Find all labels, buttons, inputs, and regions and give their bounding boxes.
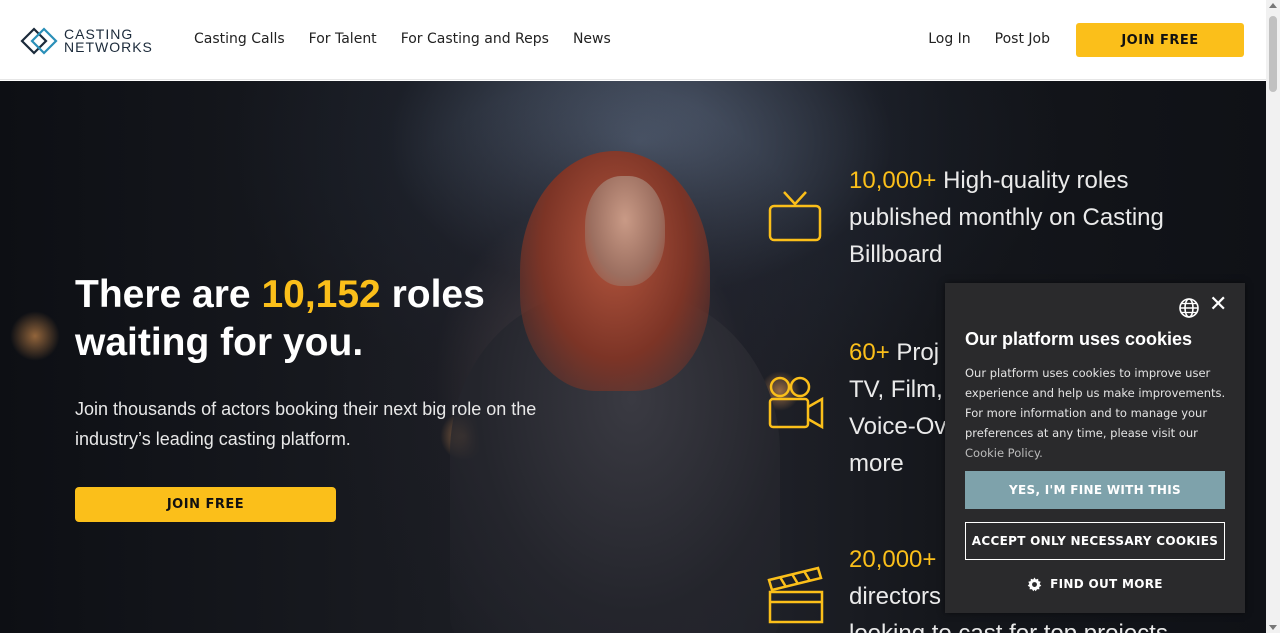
bokeh-light xyxy=(10,311,60,361)
cookie-consent-panel: ✕ Our platform uses cookies Our platform… xyxy=(945,283,1245,613)
find-out-more-button[interactable]: FIND OUT MORE xyxy=(965,572,1225,596)
find-out-more-label: FIND OUT MORE xyxy=(1050,577,1163,591)
hero-title: There are 10,152 roles waiting for you. xyxy=(75,271,535,367)
scrollbar-thumb[interactable] xyxy=(1269,16,1277,92)
feature-roles: 10,000+ High-quality roles published mon… xyxy=(849,162,1179,273)
feature-projects-text-1: Proj xyxy=(889,339,940,366)
logo[interactable]: CASTING NETWORKS xyxy=(20,24,160,58)
page-scrollbar[interactable] xyxy=(1266,0,1280,633)
logo-mark-icon xyxy=(20,27,58,55)
cookie-description-text: Our platform uses cookies to improve use… xyxy=(965,366,1226,440)
post-job-link[interactable]: Post Job xyxy=(995,31,1050,47)
hero-subtitle: Join thousands of actors booking their n… xyxy=(75,399,537,449)
feature-projects-number: 60+ xyxy=(849,339,890,366)
hero-title-prefix: There are xyxy=(75,273,262,316)
nav-news[interactable]: News xyxy=(573,31,611,47)
cookie-policy-link[interactable]: Cookie Policy. xyxy=(965,446,1043,460)
cookie-description: Our platform uses cookies to improve use… xyxy=(965,363,1227,463)
scroll-up-arrow-icon[interactable] xyxy=(1269,3,1277,8)
feature-roles-number: 10,000+ xyxy=(849,167,937,194)
site-header: CASTING NETWORKS Casting Calls For Talen… xyxy=(0,0,1266,80)
logo-line-2: NETWORKS xyxy=(64,39,153,55)
feature-projects: 60+ Proj TV, Film, Voice-Ov more xyxy=(849,334,959,482)
video-camera-icon xyxy=(768,376,824,430)
cookie-title: Our platform uses cookies xyxy=(965,329,1193,349)
tv-icon xyxy=(768,191,822,242)
feature-directors-text-2: looking to cast for top projects xyxy=(849,615,1179,633)
logo-text: CASTING NETWORKS xyxy=(64,27,153,55)
close-icon[interactable]: ✕ xyxy=(1209,294,1227,316)
account-nav: Log In Post Job xyxy=(928,31,1050,47)
nav-casting-calls[interactable]: Casting Calls xyxy=(194,31,285,47)
join-free-header-button[interactable]: JOIN FREE xyxy=(1076,23,1244,57)
feature-projects-text-4: more xyxy=(849,450,904,477)
nav-for-talent[interactable]: For Talent xyxy=(309,31,377,47)
feature-projects-text-2: TV, Film, xyxy=(849,376,943,403)
feature-directors-number: 20,000+ xyxy=(849,546,937,573)
login-link[interactable]: Log In xyxy=(928,31,970,47)
main-nav: Casting Calls For Talent For Casting and… xyxy=(194,31,611,47)
accept-cookies-button[interactable]: YES, I'M FINE WITH THIS xyxy=(965,471,1225,509)
feature-projects-text-3: Voice-Ov xyxy=(849,413,947,440)
scroll-down-arrow-icon[interactable] xyxy=(1269,625,1277,630)
globe-icon[interactable] xyxy=(1178,297,1200,319)
nav-for-casting-and-reps[interactable]: For Casting and Reps xyxy=(401,31,549,47)
clapperboard-icon xyxy=(767,566,824,624)
join-free-hero-button[interactable]: JOIN FREE xyxy=(75,487,336,522)
accept-necessary-cookies-button[interactable]: ACCEPT ONLY NECESSARY COOKIES xyxy=(965,522,1225,560)
hero-title-number: 10,152 xyxy=(261,273,381,316)
hero-performer-face xyxy=(585,176,665,286)
gear-icon xyxy=(1027,576,1042,591)
